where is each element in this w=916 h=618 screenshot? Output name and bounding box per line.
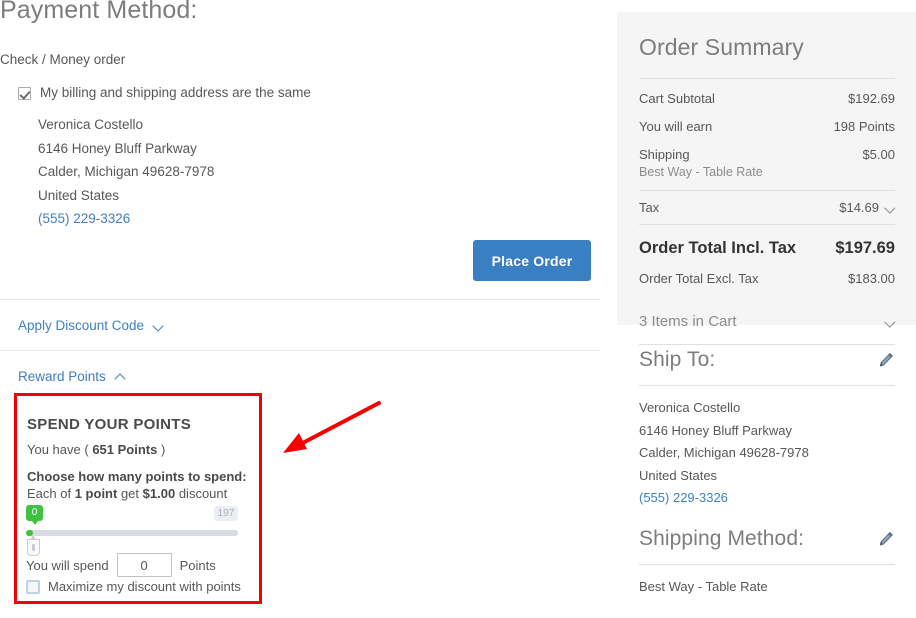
points-rate-mid: get: [120, 486, 140, 501]
cart-subtotal-label: Cart Subtotal: [639, 91, 715, 106]
ship-to-name: Veronica Costello: [639, 400, 741, 415]
points-balance-prefix: You have (: [27, 442, 89, 457]
points-rate-text: Each of 1 point get $1.00 discount: [27, 486, 227, 501]
maximize-discount-checkbox[interactable]: [26, 579, 40, 594]
billing-address-block: Veronica Costello 6146 Honey Bluff Parkw…: [38, 113, 214, 231]
apply-discount-code-label: Apply Discount Code: [18, 318, 145, 333]
summary-row-shipping: Shipping $5.00: [639, 135, 895, 163]
points-balance-text: You have ( 651 Points ): [27, 442, 165, 457]
cart-subtotal-value: $192.69: [848, 91, 895, 106]
billing-same-as-shipping-row[interactable]: My billing and shipping address are the …: [18, 85, 311, 101]
billing-address-country: United States: [38, 187, 120, 203]
points-slider[interactable]: 0 197: [26, 505, 238, 556]
summary-divider-bottom: [639, 344, 895, 345]
shipping-method-header: Shipping Method:: [639, 527, 895, 551]
spend-your-points-title: SPEND YOUR POINTS: [27, 416, 192, 433]
chevron-up-icon: [115, 373, 126, 380]
ship-to-street: 6146 Honey Bluff Parkway: [639, 422, 792, 438]
billing-same-label: My billing and shipping address are the …: [40, 85, 311, 100]
billing-address-name: Veronica Costello: [38, 117, 144, 132]
points-to-spend-prefix: You will spend: [26, 557, 109, 573]
choose-points-label: Choose how many points to spend:: [27, 469, 247, 484]
order-summary-panel: Order Summary Cart Subtotal $192.69 You …: [617, 12, 916, 345]
order-total-incl-tax-value: $197.69: [835, 239, 895, 257]
checkout-main-column: Payment Method: Check / Money order My b…: [0, 0, 600, 618]
shipping-method-section: Shipping Method: Best Way - Table Rate: [639, 527, 895, 599]
ship-to-country: United States: [639, 467, 718, 483]
ship-to-phone[interactable]: (555) 229-3326: [639, 487, 895, 510]
chevron-down-icon: [153, 322, 164, 329]
summary-row-order-total-excl-tax: Order Total Excl. Tax $183.00: [639, 258, 895, 287]
shipping-method-note: Best Way - Table Rate: [639, 165, 763, 179]
items-in-cart-label: 3 Items in Cart: [639, 313, 737, 330]
points-rate-suffix: discount: [178, 486, 228, 501]
summary-row-tax[interactable]: Tax $14.69: [639, 191, 895, 224]
tax-label: Tax: [639, 200, 660, 215]
billing-same-checkbox[interactable]: [18, 87, 31, 100]
order-summary-heading: Order Summary: [639, 34, 804, 60]
summary-row-cart-subtotal: Cart Subtotal $192.69: [639, 79, 895, 107]
slider-max-badge: 197: [214, 506, 238, 521]
divider-above-reward-points: [0, 350, 600, 351]
chevron-down-icon[interactable]: [885, 318, 895, 325]
you-will-earn-label: You will earn: [639, 119, 713, 134]
ship-to-header: Ship To:: [639, 348, 895, 372]
order-total-excl-tax-label: Order Total Excl. Tax: [639, 271, 759, 286]
ship-to-title: Ship To:: [639, 348, 716, 371]
reward-points-label: Reward Points: [18, 369, 106, 384]
shipping-value: $5.00: [862, 147, 895, 162]
billing-address-phone[interactable]: (555) 229-3326: [38, 207, 214, 231]
billing-address-street: 6146 Honey Bluff Parkway: [38, 140, 197, 156]
shipping-label: Shipping: [639, 147, 690, 162]
reward-points-toggle[interactable]: Reward Points: [18, 369, 126, 384]
edit-pencil-icon[interactable]: [877, 530, 895, 548]
ship-to-address: Veronica Costello 6146 Honey Bluff Parkw…: [639, 386, 895, 510]
summary-row-you-will-earn: You will earn 198 Points: [639, 107, 895, 135]
points-balance-suffix: ): [160, 442, 166, 457]
slider-min-badge: 0: [26, 505, 43, 525]
order-total-excl-tax-value: $183.00: [848, 271, 895, 286]
place-order-button[interactable]: Place Order: [473, 240, 591, 281]
points-to-spend-row: You will spend Points: [26, 553, 216, 577]
apply-discount-code-toggle[interactable]: Apply Discount Code: [18, 318, 164, 333]
maximize-discount-label: Maximize my discount with points: [48, 579, 241, 594]
billing-address-city-state-zip: Calder, Michigan 49628-7978: [38, 164, 215, 179]
summary-row-order-total-incl-tax: Order Total Incl. Tax $197.69: [639, 225, 895, 258]
slider-track[interactable]: [26, 530, 238, 536]
points-rate-points: 1 point: [74, 486, 118, 501]
shipping-method-value: Best Way - Table Rate: [639, 579, 768, 594]
points-to-spend-input[interactable]: [116, 553, 172, 577]
points-balance-value: 651 Points: [92, 442, 158, 457]
shipping-method-title: Shipping Method:: [639, 527, 805, 550]
payment-method-name: Check / Money order: [0, 52, 126, 67]
maximize-discount-row[interactable]: Maximize my discount with points: [26, 579, 241, 594]
points-rate-amount: $1.00: [142, 486, 176, 501]
order-total-incl-tax-label: Order Total Incl. Tax: [639, 239, 797, 257]
tax-value-group[interactable]: $14.69: [839, 200, 895, 215]
tax-value: $14.69: [839, 200, 879, 215]
red-annotation-arrow: [283, 401, 381, 453]
points-to-spend-suffix: Points: [179, 557, 216, 573]
ship-to-section: Ship To: Veronica Costello 6146 Honey Bl…: [639, 348, 895, 510]
divider-above-discount: [0, 299, 600, 300]
page-title: Payment Method:: [0, 0, 198, 24]
edit-pencil-icon[interactable]: [877, 351, 895, 369]
ship-to-city-state-zip: Calder, Michigan 49628-7978: [639, 445, 809, 460]
you-will-earn-value: 198 Points: [833, 119, 895, 134]
points-rate-prefix: Each of: [27, 486, 72, 501]
items-in-cart-toggle[interactable]: 3 Items in Cart: [639, 287, 895, 344]
chevron-down-icon[interactable]: [885, 204, 895, 211]
